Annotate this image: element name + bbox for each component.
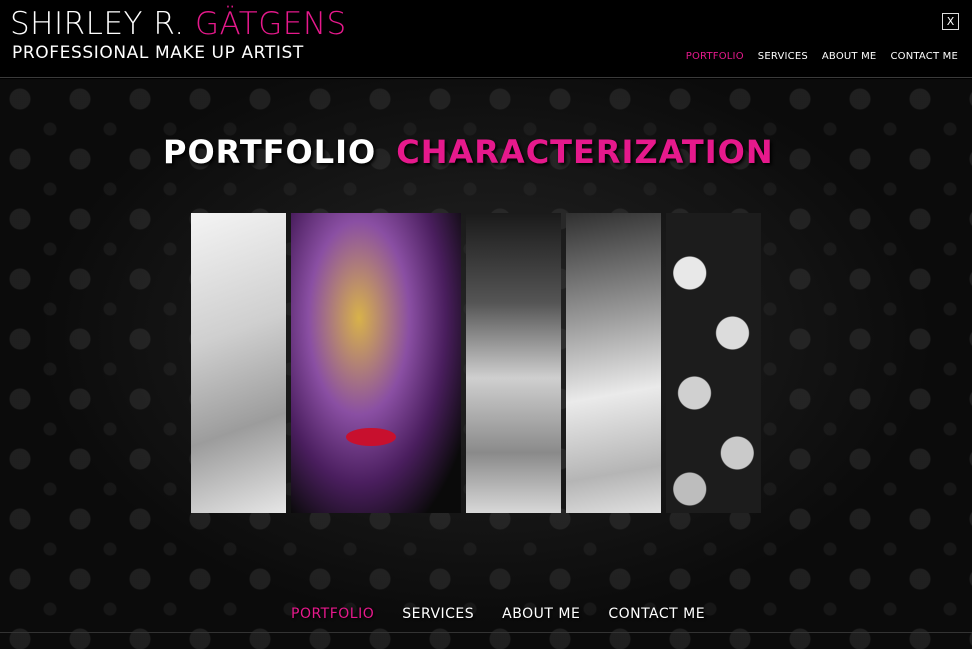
page-title-subsection: CHARACTERIZATION — [396, 133, 774, 171]
page-title-section: PORTFOLIO — [163, 133, 377, 171]
bottom-nav-contact-me[interactable]: CONTACT ME — [608, 606, 705, 622]
top-nav-about-me[interactable]: ABOUT ME — [822, 51, 877, 62]
top-nav: PORTFOLIO SERVICES ABOUT ME CONTACT ME — [686, 51, 958, 62]
brand-first-name: SHIRLEY R. — [10, 6, 185, 42]
bottom-nav-about-me[interactable]: ABOUT ME — [502, 606, 580, 622]
gallery-thumb-blonde[interactable] — [566, 213, 661, 513]
top-nav-portfolio[interactable]: PORTFOLIO — [686, 51, 744, 62]
bottom-nav-portfolio[interactable]: PORTFOLIO — [291, 606, 374, 622]
content-stage: PORTFOLIO CHARACTERIZATION PORTFOLIO SERV… — [0, 79, 972, 649]
bottom-nav: PORTFOLIO SERVICES ABOUT ME CONTACT ME — [291, 606, 705, 622]
gallery-thumb-mask[interactable] — [291, 213, 461, 513]
site-header: SHIRLEY R. GÄTGENS PROFESSIONAL MAKE UP … — [0, 0, 972, 78]
gallery-thumb-palette[interactable] — [666, 213, 761, 513]
gallery-thumb-roses[interactable] — [466, 213, 561, 513]
gallery-thumb-bride[interactable] — [191, 213, 286, 513]
brand-tagline: PROFESSIONAL MAKE UP ARTIST — [12, 43, 304, 63]
brand-name[interactable]: SHIRLEY R. GÄTGENS — [10, 6, 347, 42]
footer-divider — [0, 632, 972, 633]
brand-last-name: GÄTGENS — [194, 6, 347, 42]
top-nav-services[interactable]: SERVICES — [758, 51, 808, 62]
portfolio-gallery — [191, 213, 761, 513]
close-button[interactable]: X — [942, 13, 959, 30]
top-nav-contact-me[interactable]: CONTACT ME — [890, 51, 958, 62]
page-title: PORTFOLIO CHARACTERIZATION — [163, 133, 774, 171]
bottom-nav-services[interactable]: SERVICES — [402, 606, 474, 622]
